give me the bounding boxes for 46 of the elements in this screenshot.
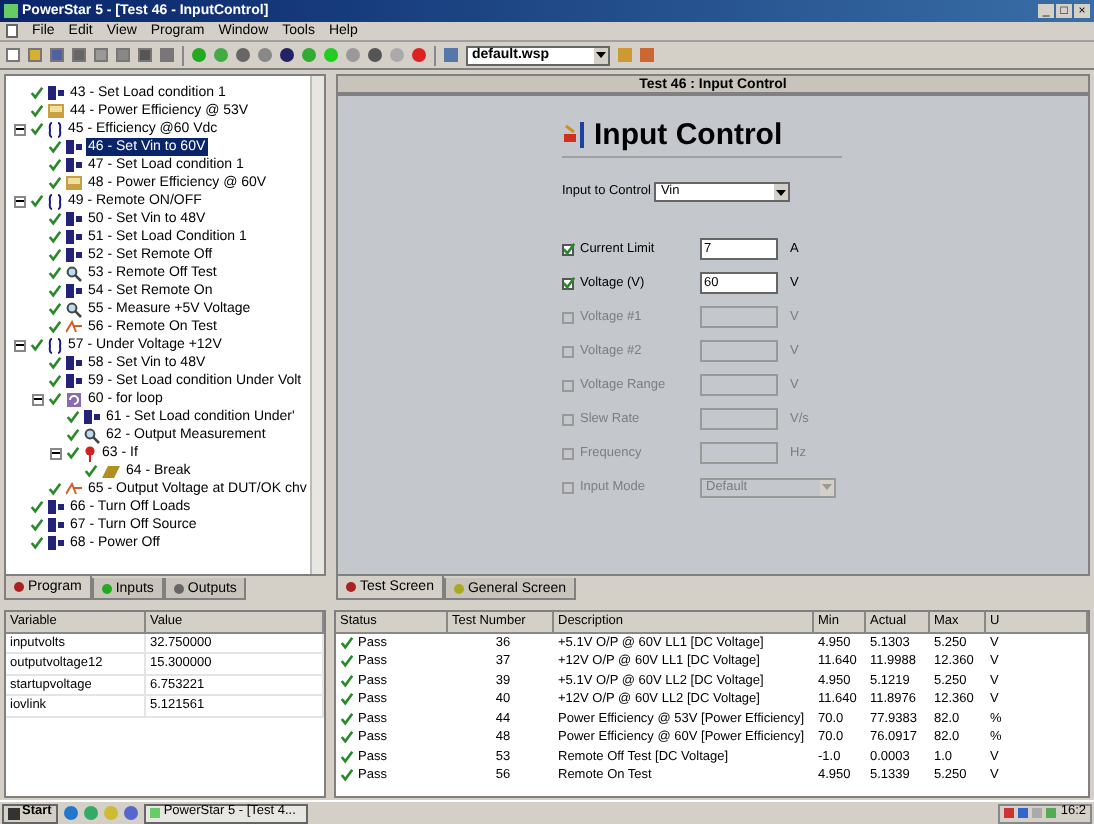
step-icon [84,410,100,424]
checkbox[interactable] [562,277,574,289]
step-icon [48,536,64,550]
step-icon [66,248,82,262]
step-icon [48,518,64,532]
checkbox[interactable] [562,243,574,255]
tab-icon [14,582,24,592]
magnifier-icon [66,265,82,281]
caret-icon [596,52,606,58]
expander-icon[interactable] [32,393,44,405]
meter-icon [66,176,82,190]
step-icon [66,284,82,298]
tab-icon [346,582,356,592]
scrollbar[interactable] [310,76,324,574]
step-icon [66,158,82,172]
meter-icon [48,104,64,118]
step-icon [66,230,82,244]
check-icon [561,276,575,290]
expander-icon[interactable] [50,447,62,459]
pin-icon [84,445,96,461]
expander-icon[interactable] [14,123,26,135]
tab-icon [453,583,464,593]
expander-icon[interactable] [14,339,26,351]
app-icon [4,4,18,18]
step-icon [66,140,82,154]
magnifier-icon [84,427,100,443]
tab-icon [101,583,112,593]
doc-icon [6,24,18,38]
caret-icon [776,189,787,195]
caret-icon [822,484,832,490]
brace-icon [48,193,62,209]
expander-icon[interactable] [14,195,26,207]
step-icon [66,374,82,388]
loop-icon [66,391,82,407]
tab-icon [173,583,184,593]
step-icon [66,356,82,370]
step-icon [48,500,64,514]
step-icon [48,86,64,100]
check-icon [561,242,575,256]
brace-icon [48,337,62,353]
app-icon [149,808,160,818]
step-icon [66,212,82,226]
panel-title: Input Control [594,120,783,150]
input-control-icon [562,122,586,148]
brace-icon [48,121,62,137]
magnifier-icon [66,301,82,317]
